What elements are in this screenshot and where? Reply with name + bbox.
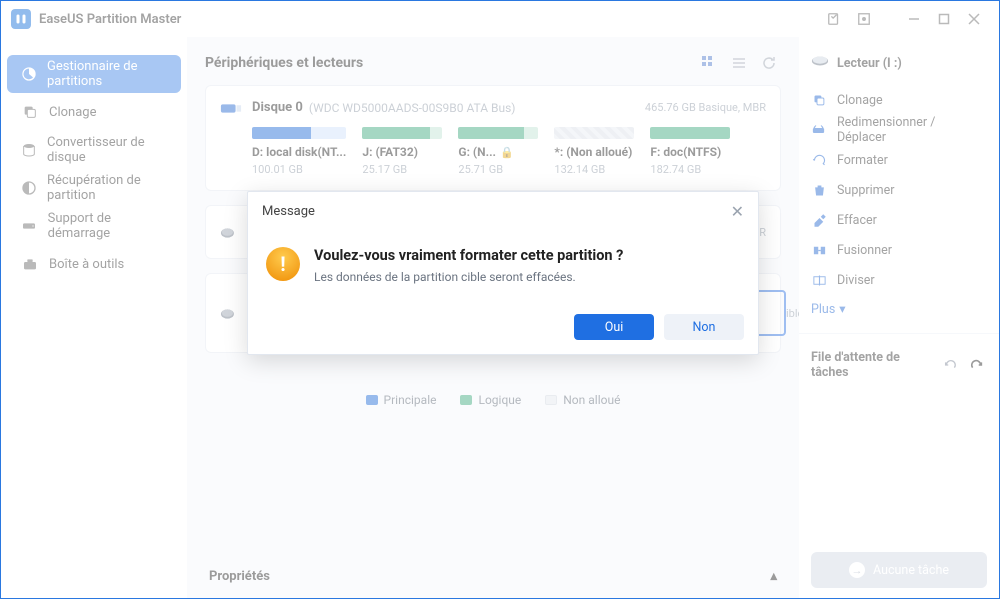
warning-icon: ! <box>266 247 300 281</box>
modal-title: Message <box>262 204 315 219</box>
confirm-no-button[interactable]: Non <box>664 314 744 340</box>
yes-label: Oui <box>605 320 624 335</box>
confirm-yes-button[interactable]: Oui <box>574 314 654 340</box>
modal-close-button[interactable]: ✕ <box>731 202 744 221</box>
confirm-format-modal: Message ✕ ! Voulez-vous vraiment formate… <box>247 191 759 355</box>
no-label: Non <box>693 320 716 335</box>
modal-heading: Voulez-vous vraiment formater cette part… <box>314 247 623 264</box>
modal-body-text: Les données de la partition cible seront… <box>314 270 623 284</box>
